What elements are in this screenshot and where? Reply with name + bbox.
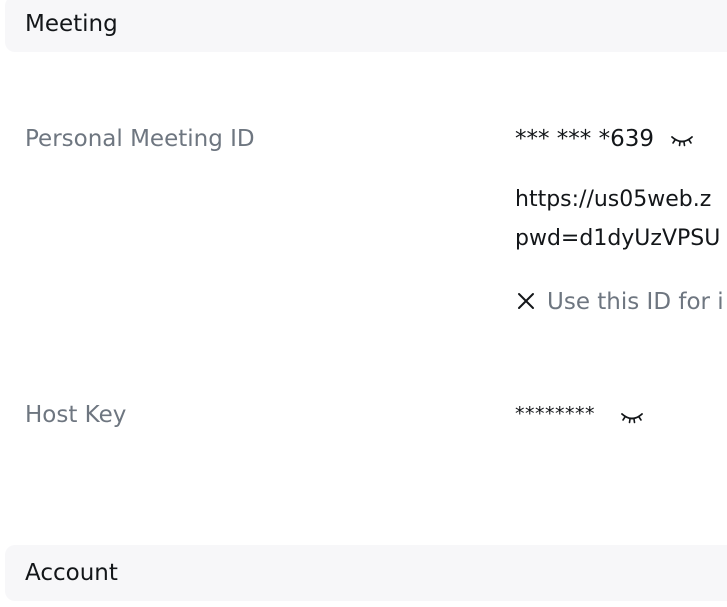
meeting-invite-link-line2[interactable]: pwd=d1dyUzVPSU xyxy=(515,226,720,251)
close-x-icon xyxy=(518,293,534,309)
show-meeting-id-eye-icon[interactable] xyxy=(670,134,694,148)
meeting-section-title: Meeting xyxy=(25,11,118,37)
meeting-section-header: Meeting xyxy=(5,0,727,52)
account-section-header: Account xyxy=(5,545,727,601)
account-section-title: Account xyxy=(25,560,118,586)
use-pmi-instant-toggle[interactable]: Use this ID for i xyxy=(515,289,724,315)
settings-page: Meeting Personal Meeting ID *** *** *639… xyxy=(0,0,727,607)
use-pmi-instant-label: Use this ID for i xyxy=(547,289,724,315)
host-key-value: ******** xyxy=(515,403,595,425)
personal-meeting-id-value: *** *** *639 xyxy=(515,126,655,152)
show-host-key-eye-icon[interactable] xyxy=(620,411,644,425)
meeting-invite-link-line1[interactable]: https://us05web.z xyxy=(515,187,711,212)
personal-meeting-id-label: Personal Meeting ID xyxy=(25,126,255,152)
host-key-label: Host Key xyxy=(25,402,127,428)
